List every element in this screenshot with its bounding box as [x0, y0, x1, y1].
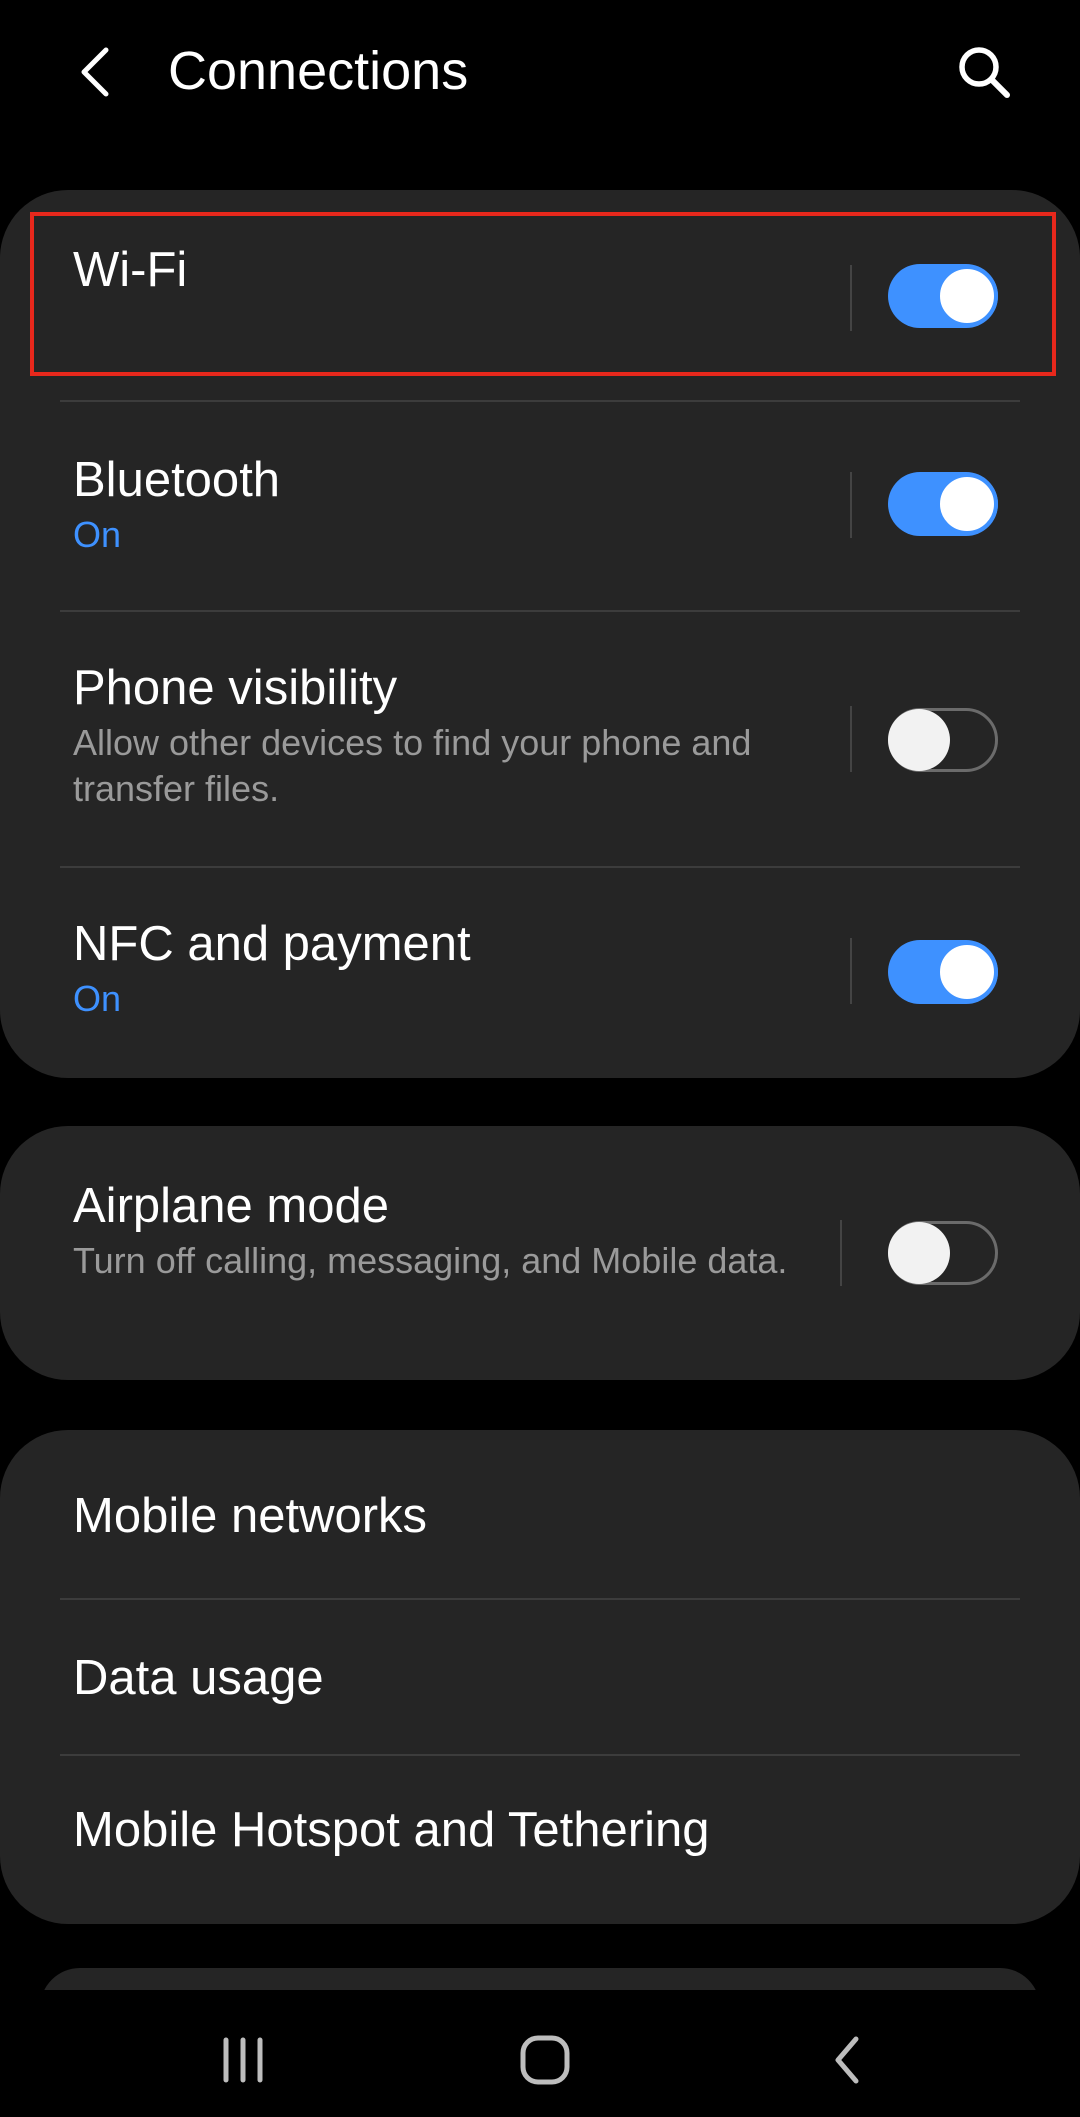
bluetooth-row[interactable]: Bluetooth On [0, 402, 1080, 610]
page-title: Connections [168, 41, 469, 101]
nfc-row[interactable]: NFC and payment On [0, 868, 1080, 1078]
mobile-networks-row[interactable]: Mobile networks [0, 1430, 1080, 1598]
back-button[interactable] [60, 36, 132, 108]
airplane-mode-label: Airplane mode [73, 1179, 389, 1233]
data-usage-row[interactable]: Data usage [0, 1600, 1080, 1754]
home-icon [520, 2035, 570, 2085]
nav-back-icon [835, 2036, 859, 2084]
airplane-mode-row[interactable]: Airplane mode Turn off calling, messagin… [0, 1126, 1080, 1380]
app-bar: Connections [0, 0, 1080, 150]
phone-visibility-subtitle: Allow other devices to find your phone a… [73, 722, 752, 809]
recents-button[interactable] [188, 2010, 298, 2110]
phone-visibility-separator [850, 706, 852, 772]
network-card: Mobile networks Data usage Mobile Hotspo… [0, 1430, 1080, 1924]
mobile-hotspot-label: Mobile Hotspot and Tethering [73, 1803, 710, 1857]
toggle-knob [888, 1222, 950, 1284]
search-icon [959, 47, 1010, 98]
airplane-mode-toggle[interactable] [888, 1221, 998, 1285]
phone-visibility-label: Phone visibility [73, 661, 398, 715]
mobile-networks-label: Mobile networks [73, 1489, 428, 1543]
bluetooth-toggle[interactable] [888, 472, 998, 536]
search-button[interactable] [944, 36, 1024, 108]
bluetooth-separator [850, 472, 852, 538]
mobile-hotspot-row[interactable]: Mobile Hotspot and Tethering [0, 1756, 1080, 1924]
nav-back-button[interactable] [793, 2010, 903, 2110]
nfc-status: On [73, 978, 122, 1019]
toggle-knob [888, 709, 950, 771]
bluetooth-label: Bluetooth [73, 453, 281, 507]
airplane-card: Airplane mode Turn off calling, messagin… [0, 1126, 1080, 1380]
data-usage-label: Data usage [73, 1651, 324, 1705]
phone-visibility-toggle[interactable] [888, 708, 998, 772]
airplane-mode-separator [840, 1220, 842, 1286]
nfc-separator [850, 938, 852, 1004]
wifi-highlight-box [30, 212, 1056, 376]
airplane-mode-subtitle: Turn off calling, messaging, and Mobile … [73, 1240, 788, 1281]
phone-visibility-row[interactable]: Phone visibility Allow other devices to … [0, 612, 1080, 866]
nfc-toggle[interactable] [888, 940, 998, 1004]
toggle-knob [936, 941, 998, 1003]
nfc-label: NFC and payment [73, 917, 471, 971]
home-button[interactable] [490, 2010, 600, 2110]
toggle-knob [936, 473, 998, 535]
recents-icon [223, 2037, 263, 2083]
bluetooth-status: On [73, 514, 122, 555]
back-arrow-icon [81, 47, 109, 97]
